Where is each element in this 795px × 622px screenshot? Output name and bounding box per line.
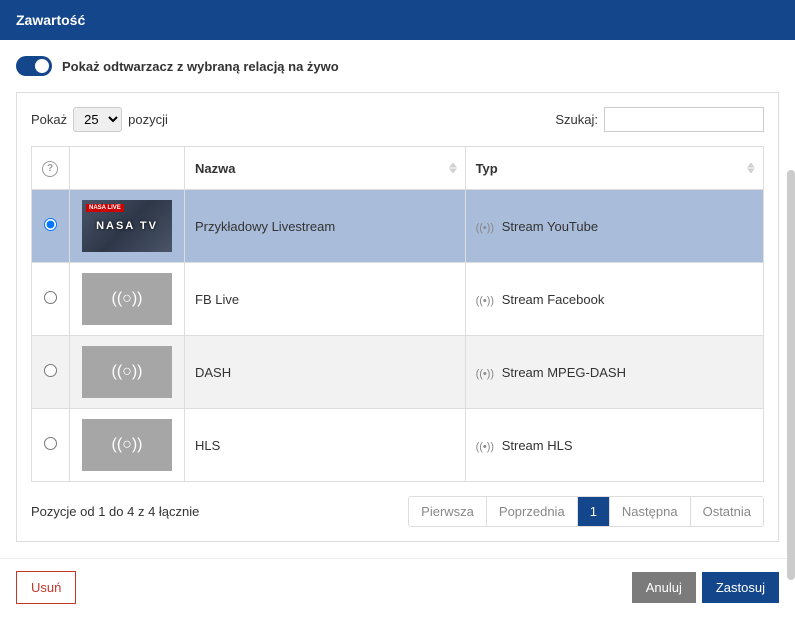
live-badge: NASA LIVE xyxy=(86,204,124,212)
table-row[interactable]: NASA LIVE NASA TV Przykładowy Livestream… xyxy=(32,190,764,263)
help-icon[interactable]: ? xyxy=(42,161,58,177)
sort-icon xyxy=(747,163,755,174)
page-prev-button[interactable]: Poprzednia xyxy=(486,497,577,526)
show-prefix-label: Pokaż xyxy=(31,112,67,127)
table-row[interactable]: ((○)) FB Live ((•)) Stream Facebook xyxy=(32,263,764,336)
streams-table: ? Nazwa Typ xyxy=(31,146,764,482)
page-next-button[interactable]: Następna xyxy=(609,497,690,526)
table-row[interactable]: ((○)) HLS ((•)) Stream HLS xyxy=(32,409,764,482)
search-input[interactable] xyxy=(604,107,764,132)
delete-button[interactable]: Usuń xyxy=(16,571,76,604)
row-type: ((•)) Stream MPEG-DASH xyxy=(465,336,763,409)
sort-icon xyxy=(449,163,457,174)
table-footer: Pozycje od 1 do 4 z 4 łącznie Pierwsza P… xyxy=(31,496,764,527)
table-controls: Pokaż 25 pozycji Szukaj: xyxy=(31,107,764,132)
row-radio[interactable] xyxy=(44,218,57,231)
show-suffix-label: pozycji xyxy=(128,112,168,127)
modal-footer: Usuń Anuluj Zastosuj xyxy=(0,558,795,616)
page-number-button[interactable]: 1 xyxy=(577,497,609,526)
cancel-button[interactable]: Anuluj xyxy=(632,572,696,603)
search-control: Szukaj: xyxy=(555,107,764,132)
panel-title: Zawartość xyxy=(16,12,85,28)
page-last-button[interactable]: Ostatnia xyxy=(690,497,763,526)
col-thumbnail xyxy=(70,147,185,190)
broadcast-glyph: ((○)) xyxy=(112,436,143,454)
row-type: ((•)) Stream HLS xyxy=(465,409,763,482)
table-panel: Pokaż 25 pozycji Szukaj: ? Nazw xyxy=(16,92,779,542)
col-type[interactable]: Typ xyxy=(465,147,763,190)
scrollbar[interactable] xyxy=(787,170,795,580)
apply-button[interactable]: Zastosuj xyxy=(702,572,779,603)
panel-header: Zawartość xyxy=(0,0,795,40)
search-label: Szukaj: xyxy=(555,112,598,127)
col-name-label: Nazwa xyxy=(195,161,235,176)
row-name: DASH xyxy=(185,336,466,409)
page-size-control: Pokaż 25 pozycji xyxy=(31,107,168,132)
thumbnail-text: NASA TV xyxy=(96,220,158,232)
row-radio[interactable] xyxy=(44,364,57,377)
thumbnail-placeholder: ((○)) xyxy=(82,273,172,325)
pagination: Pierwsza Poprzednia 1 Następna Ostatnia xyxy=(408,496,764,527)
thumbnail-placeholder: ((○)) xyxy=(82,419,172,471)
row-name: Przykładowy Livestream xyxy=(185,190,466,263)
col-type-label: Typ xyxy=(476,161,498,176)
player-toggle[interactable] xyxy=(16,56,52,76)
row-name: HLS xyxy=(185,409,466,482)
thumbnail-placeholder: ((○)) xyxy=(82,346,172,398)
page-size-select[interactable]: 25 xyxy=(73,107,122,132)
table-info: Pozycje od 1 do 4 z 4 łącznie xyxy=(31,504,199,519)
thumbnail-nasa: NASA LIVE NASA TV xyxy=(82,200,172,252)
broadcast-icon: ((•)) xyxy=(476,295,495,307)
row-name: FB Live xyxy=(185,263,466,336)
page-first-button[interactable]: Pierwsza xyxy=(409,497,486,526)
row-radio[interactable] xyxy=(44,437,57,450)
toggle-row: Pokaż odtwarzacz z wybraną relacją na ży… xyxy=(0,40,795,92)
col-select: ? xyxy=(32,147,70,190)
broadcast-glyph: ((○)) xyxy=(112,363,143,381)
broadcast-icon: ((•)) xyxy=(476,368,495,380)
broadcast-icon: ((•)) xyxy=(476,222,495,234)
row-type: ((•)) Stream Facebook xyxy=(465,263,763,336)
broadcast-glyph: ((○)) xyxy=(112,290,143,308)
broadcast-icon: ((•)) xyxy=(476,441,495,453)
col-name[interactable]: Nazwa xyxy=(185,147,466,190)
row-type: ((•)) Stream YouTube xyxy=(465,190,763,263)
table-row[interactable]: ((○)) DASH ((•)) Stream MPEG-DASH xyxy=(32,336,764,409)
row-radio[interactable] xyxy=(44,291,57,304)
player-toggle-label: Pokaż odtwarzacz z wybraną relacją na ży… xyxy=(62,59,339,74)
